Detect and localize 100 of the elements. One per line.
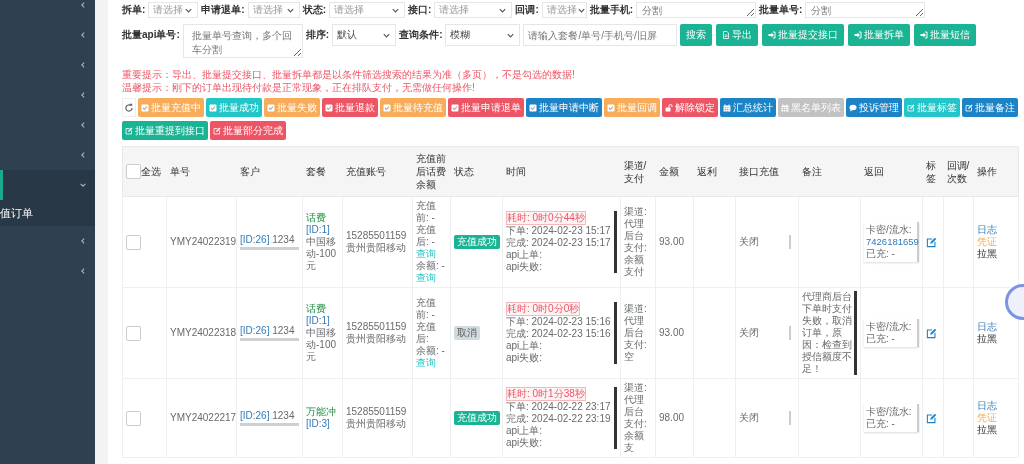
action-button[interactable]: 批量失败 [264,98,320,117]
order-number: YMY24022217 [170,412,237,423]
select-field[interactable]: 默认 [332,24,397,46]
chevron-left-icon [79,31,87,39]
search-field[interactable]: 请输入套餐/单号/手机号/旧屏 [523,24,678,46]
package-id-link[interactable]: [ID:1] [306,315,339,327]
status-badge: 取消 [454,326,480,340]
action-button[interactable]: 批量成功 [206,98,262,117]
edit-icon [125,126,133,135]
select-field[interactable]: 请选择 [329,2,406,18]
select-field[interactable]: 请选择 [434,2,513,18]
account-number: 15285501159 [346,230,408,242]
remark-text: 代理商后台下单时支付失败，取消订单，原因：检查到授信额度不足！ [802,291,857,375]
action-button[interactable]: 批量申请中断 [526,98,602,117]
log-link[interactable]: 日志 [977,321,997,333]
toolbar-button[interactable]: 批量提交接口 [762,24,845,46]
time-text: api失败: [506,437,544,449]
field-label: 批量手机: [589,3,634,17]
select-field[interactable]: 请选择 [148,2,199,18]
package-type: 话费 [306,212,327,224]
package-id-link[interactable]: [ID:1] [306,224,339,236]
column-header: 返利 [696,166,717,177]
column-header: 操作 [976,166,997,177]
checkbox-icon [451,103,459,112]
sidebar-item[interactable] [0,170,95,200]
query-link[interactable]: 查询 [416,272,447,284]
charged-text: 已充: - [866,248,896,260]
action-button[interactable]: 批量充值中 [138,98,204,117]
edit-icon [965,103,973,112]
voucher-link[interactable]: 凭证 [977,412,997,424]
blacklist-link[interactable]: 拉黑 [977,424,997,436]
query-link[interactable]: 查询 [416,248,447,260]
voucher-link[interactable]: 凭证 [977,236,997,248]
log-link[interactable]: 日志 [977,224,997,236]
time-text: 完成: 2024-02-23 15:16 [506,328,612,340]
blacklist-link[interactable]: 拉黑 [977,248,997,260]
textarea-field[interactable]: 批量单号查询，多个回车分割 [182,24,303,58]
sidebar-item[interactable]: 值订单 [0,200,95,226]
field-label: 批量单号: [759,3,803,17]
action-button[interactable]: 投诉管理 [846,98,902,117]
time-text: 下单: 2024-02-22 23:17 [506,401,612,413]
balance-text: 充值后: - [416,224,437,248]
refresh-button[interactable] [122,98,136,117]
blacklist-link[interactable]: 拉黑 [977,333,997,345]
select-all-checkbox[interactable] [126,164,141,179]
notice-text: 重要提示：导出、批量提交接口、批量拆单都是以条件筛选搜索的结果为准（多页），不是勾选的数据! [122,68,576,81]
toolbar-button[interactable]: 导出 [716,24,759,46]
edit-icon[interactable] [926,327,937,339]
query-link[interactable]: 查询 [416,357,447,369]
select-field[interactable]: 请选择 [247,2,300,18]
select-field[interactable]: 请选择 [541,2,587,18]
action-button[interactable]: 批量标签 [904,98,960,117]
row-checkbox[interactable] [126,234,141,250]
chevron-left-icon [79,61,87,69]
time-text: 完成: 2024-02-22 23:19 [506,413,612,425]
toolbar-button[interactable]: 批量拆单 [848,24,911,46]
field-label: 回调: [515,3,539,17]
select-field[interactable]: 模糊 [445,24,521,46]
package-id-link[interactable]: [ID:3] [306,418,339,430]
edit-icon[interactable] [926,236,937,248]
calendar-icon [723,103,731,112]
toolbar-button[interactable]: 搜索 [680,24,713,46]
edit-icon[interactable] [926,412,937,424]
row-checkbox[interactable] [126,325,141,341]
order-number: YMY24022318 [170,327,237,338]
account-number: 15285501159 [346,406,408,418]
time-text: api上单: [506,249,544,261]
chevron-left-icon [79,267,87,275]
action-button[interactable]: 批量重提到接口 [122,121,208,140]
amount: 93.00 [659,327,685,338]
chevron-left-icon [79,151,87,159]
action-button[interactable]: 解除锁定 [662,98,718,117]
row-checkbox[interactable] [126,410,141,426]
checkbox-icon [209,103,217,112]
toolbar-button[interactable]: 批量短信 [914,24,977,46]
log-link[interactable]: 日志 [977,400,997,412]
action-button[interactable]: 批量申请退单 [448,98,524,117]
action-button[interactable]: 批量备注 [962,98,1018,117]
time-text: api上单: [506,425,544,437]
field-label: 接口: [408,3,432,17]
textarea-field[interactable]: 分割 [636,2,757,18]
action-button[interactable]: 汇总统计 [720,98,776,117]
action-button[interactable]: 批量部分完成 [210,121,286,140]
column-header: 充值账号 [345,166,386,177]
column-header: 客户 [239,166,260,177]
balance-text: 充值后: [416,321,437,345]
unlock-icon [665,103,673,112]
action-button[interactable]: 批量回调 [604,98,660,117]
column-header: 充值前后话费余额 [415,153,446,190]
action-button[interactable]: 批量待充值 [380,98,446,117]
column-header: 单号 [169,166,190,177]
order-number: YMY24022319 [170,236,237,247]
checkbox-icon [141,103,149,112]
charged-text: 已充: - [866,333,896,345]
edit-icon [907,103,915,112]
channel-text: 渠道: 代理后台 [624,382,648,418]
balance-text: 充值前: - [416,297,437,321]
action-button[interactable]: 批量退款 [322,98,378,117]
account-region: 贵州贵阳移动 [346,333,407,345]
textarea-field[interactable]: 分割 [805,2,926,18]
